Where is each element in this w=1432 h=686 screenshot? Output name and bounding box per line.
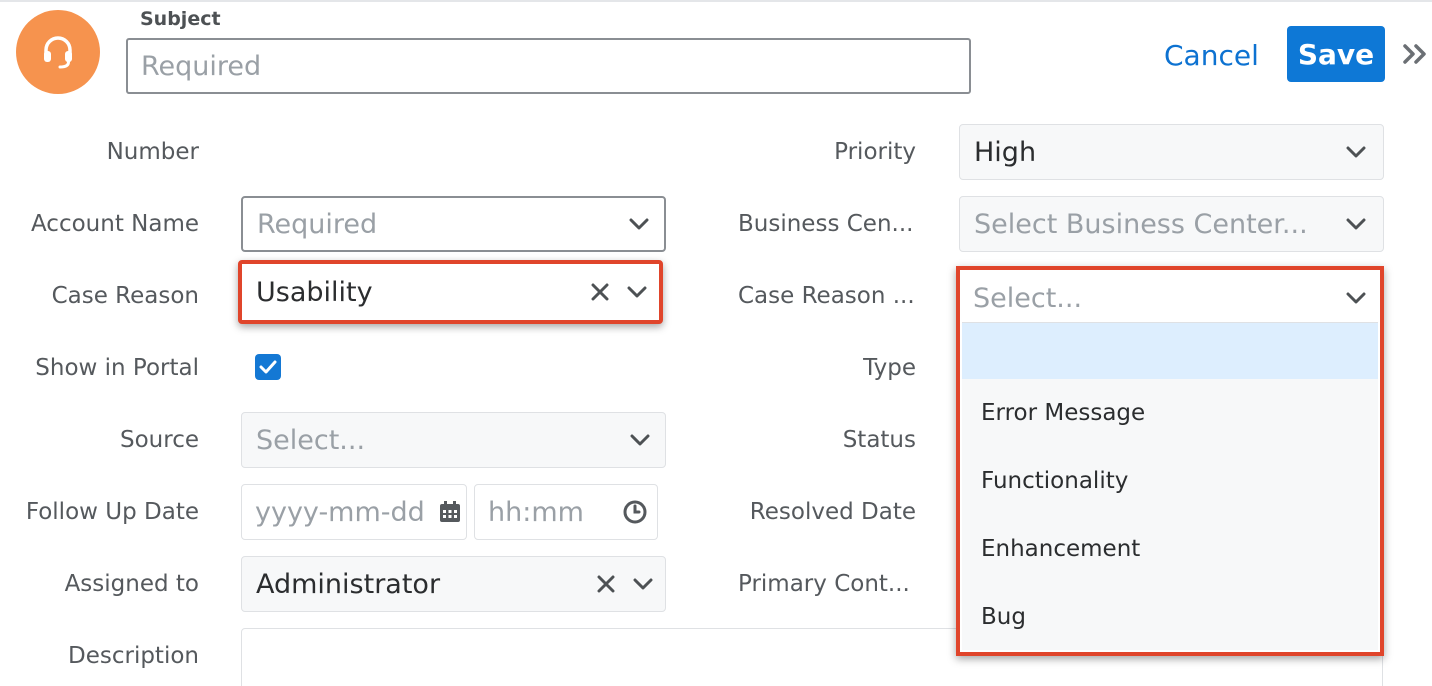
case-reason-detail-dropdown: Error Message Functionality Enhancement … bbox=[962, 322, 1378, 650]
case-reason-select[interactable]: Usability bbox=[238, 260, 663, 324]
dropdown-option-functionality[interactable]: Functionality bbox=[962, 453, 1378, 509]
resolved-date-label: Resolved Date bbox=[749, 499, 916, 525]
case-reason-value: Usability bbox=[256, 276, 373, 308]
calendar-icon[interactable] bbox=[434, 501, 466, 523]
assigned-to-label: Assigned to bbox=[64, 571, 199, 597]
clear-icon[interactable] bbox=[591, 575, 621, 593]
type-label: Type bbox=[863, 355, 916, 381]
headset-icon bbox=[38, 32, 78, 72]
dropdown-option-error-message[interactable]: Error Message bbox=[962, 385, 1378, 441]
chevron-down-icon bbox=[1334, 292, 1378, 304]
chevron-down-icon bbox=[1329, 146, 1383, 158]
business-center-label: Business Cen... bbox=[738, 211, 914, 237]
case-reason-label: Case Reason bbox=[51, 283, 199, 309]
show-in-portal-label: Show in Portal bbox=[35, 355, 199, 381]
number-label: Number bbox=[106, 139, 199, 165]
date-placeholder: yyyy-mm-dd bbox=[255, 496, 425, 528]
case-avatar bbox=[16, 10, 100, 94]
account-name-label: Account Name bbox=[30, 211, 199, 237]
more-button[interactable] bbox=[1398, 36, 1432, 72]
source-select[interactable]: Select... bbox=[241, 412, 666, 468]
chevron-down-icon bbox=[621, 578, 665, 590]
save-button[interactable]: Save bbox=[1287, 26, 1385, 82]
dropdown-option-enhancement[interactable]: Enhancement bbox=[962, 521, 1378, 577]
priority-label: Priority bbox=[834, 139, 916, 165]
cancel-button[interactable]: Cancel bbox=[1164, 34, 1259, 76]
clear-icon[interactable] bbox=[585, 283, 615, 301]
double-chevron-right-icon bbox=[1401, 42, 1429, 66]
chevron-down-icon bbox=[1329, 218, 1383, 230]
clock-icon[interactable] bbox=[613, 500, 657, 524]
show-in-portal-checkbox[interactable] bbox=[255, 354, 281, 380]
follow-up-time-input[interactable]: hh:mm bbox=[474, 484, 658, 540]
business-center-placeholder: Select Business Center... bbox=[974, 208, 1308, 240]
time-placeholder: hh:mm bbox=[488, 496, 584, 528]
subject-placeholder: Required bbox=[141, 50, 262, 82]
account-name-placeholder: Required bbox=[257, 208, 378, 240]
dropdown-option-bug[interactable]: Bug bbox=[962, 589, 1378, 645]
case-reason-detail-placeholder: Select... bbox=[973, 282, 1083, 314]
description-label: Description bbox=[68, 643, 199, 669]
subject-label: Subject bbox=[140, 8, 221, 30]
top-divider bbox=[0, 0, 1432, 2]
source-label: Source bbox=[120, 427, 199, 453]
dropdown-option-empty[interactable] bbox=[962, 323, 1378, 379]
assigned-to-select[interactable]: Administrator bbox=[241, 556, 666, 612]
primary-contact-label: Primary Cont... bbox=[738, 571, 910, 597]
follow-up-date-label: Follow Up Date bbox=[25, 499, 199, 525]
assigned-to-value: Administrator bbox=[256, 568, 441, 600]
business-center-select[interactable]: Select Business Center... bbox=[959, 196, 1384, 252]
chevron-down-icon bbox=[615, 286, 659, 298]
checkmark-icon bbox=[259, 360, 277, 374]
status-label: Status bbox=[842, 427, 916, 453]
chevron-down-icon bbox=[614, 218, 664, 230]
case-reason-detail-label: Case Reason ... bbox=[738, 283, 915, 309]
account-name-select[interactable]: Required bbox=[241, 196, 666, 252]
priority-select[interactable]: High bbox=[959, 124, 1384, 180]
priority-value: High bbox=[974, 136, 1037, 168]
follow-up-date-input[interactable]: yyyy-mm-dd bbox=[241, 484, 467, 540]
subject-input[interactable]: Required bbox=[126, 38, 971, 94]
source-placeholder: Select... bbox=[256, 424, 366, 456]
case-reason-detail-select[interactable]: Select... bbox=[962, 270, 1378, 326]
chevron-down-icon bbox=[615, 434, 665, 446]
